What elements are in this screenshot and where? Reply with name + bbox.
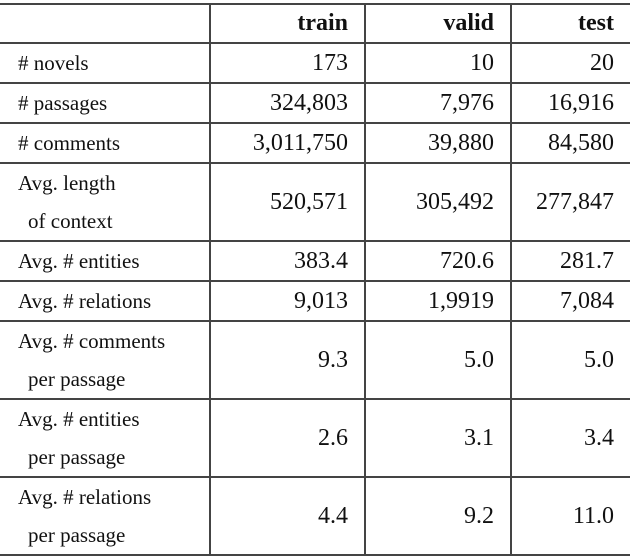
- header-test: test: [510, 3, 630, 44]
- header-valid: valid: [364, 3, 511, 44]
- cell-test: 84,580: [510, 122, 630, 164]
- table-row: # comments 3,011,750 39,880 84,580: [0, 122, 630, 164]
- table-row: # passages 324,803 7,976 16,916: [0, 82, 630, 124]
- cell-test: 3.4: [510, 398, 630, 478]
- cell-valid: 5.0: [364, 320, 511, 400]
- row-label: # passages: [0, 82, 210, 124]
- row-label: Avg. # comments per passage: [0, 320, 210, 400]
- cell-test: 20: [510, 42, 630, 84]
- row-label: Avg. length of context: [0, 162, 210, 242]
- table-row: Avg. # comments per passage 9.3 5.0 5.0: [0, 320, 630, 400]
- table-row: # novels 173 10 20: [0, 42, 630, 84]
- table-row: Avg. # entities 383.4 720.6 281.7: [0, 240, 630, 282]
- cell-train: 9,013: [209, 280, 365, 322]
- cell-test: 7,084: [510, 280, 630, 322]
- cell-test: 281.7: [510, 240, 630, 282]
- cell-train: 173: [209, 42, 365, 84]
- cell-valid: 10: [364, 42, 511, 84]
- cell-train: 2.6: [209, 398, 365, 478]
- cell-valid: 39,880: [364, 122, 511, 164]
- row-label: Avg. # relations: [0, 280, 210, 322]
- header-train: train: [209, 3, 365, 44]
- table-row: Avg. # relations 9,013 1,9919 7,084: [0, 280, 630, 322]
- cell-train: 383.4: [209, 240, 365, 282]
- cell-valid: 7,976: [364, 82, 511, 124]
- cell-train: 9.3: [209, 320, 365, 400]
- row-label: Avg. # relations per passage: [0, 476, 210, 556]
- cell-valid: 1,9919: [364, 280, 511, 322]
- table-row: Avg. length of context 520,571 305,492 2…: [0, 162, 630, 242]
- cell-valid: 305,492: [364, 162, 511, 242]
- header-row: train valid test: [0, 3, 630, 44]
- row-label: Avg. # entities: [0, 240, 210, 282]
- cell-train: 324,803: [209, 82, 365, 124]
- cell-valid: 9.2: [364, 476, 511, 556]
- cell-test: 16,916: [510, 82, 630, 124]
- table-row: Avg. # entities per passage 2.6 3.1 3.4: [0, 398, 630, 478]
- cell-test: 277,847: [510, 162, 630, 242]
- cell-valid: 720.6: [364, 240, 511, 282]
- table-row: Avg. # relations per passage 4.4 9.2 11.…: [0, 476, 630, 556]
- cell-train: 3,011,750: [209, 122, 365, 164]
- row-label: # novels: [0, 42, 210, 84]
- cell-test: 11.0: [510, 476, 630, 556]
- cell-valid: 3.1: [364, 398, 511, 478]
- cell-train: 4.4: [209, 476, 365, 556]
- row-label: # comments: [0, 122, 210, 164]
- row-label: Avg. # entities per passage: [0, 398, 210, 478]
- header-empty: [0, 3, 210, 44]
- cell-train: 520,571: [209, 162, 365, 242]
- dataset-statistics-table: train valid test # novels 173 10 20 # pa…: [0, 3, 630, 556]
- cell-test: 5.0: [510, 320, 630, 400]
